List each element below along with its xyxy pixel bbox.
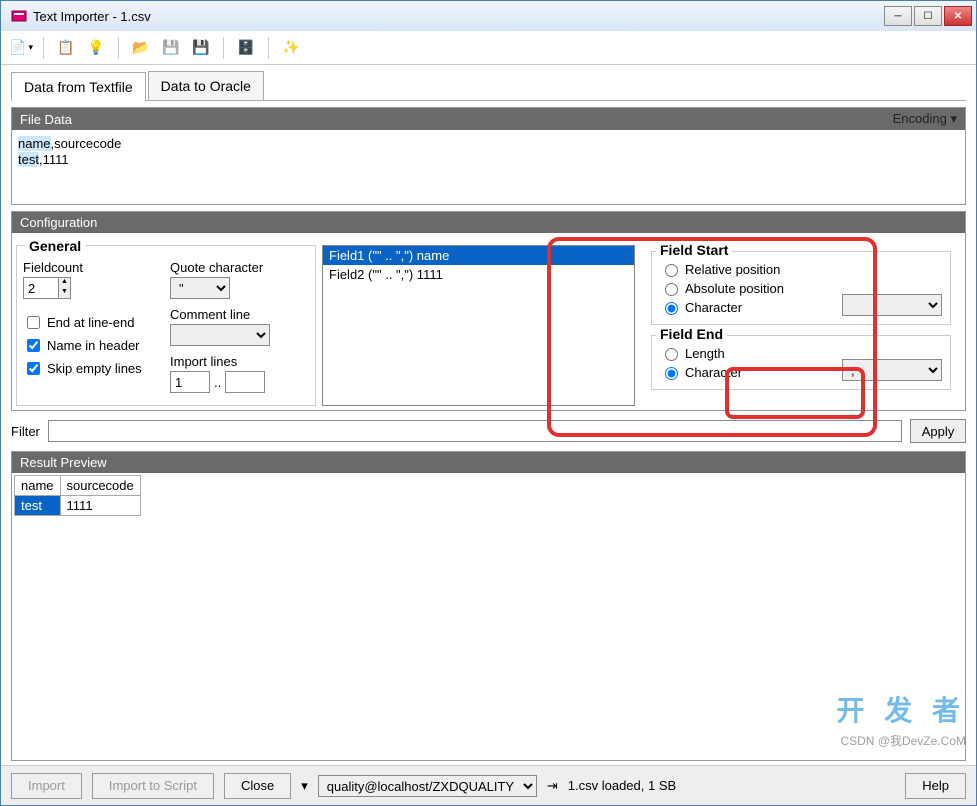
file-data-header: File Data Encoding ▾ — [12, 108, 965, 130]
window-title: Text Importer - 1.csv — [33, 9, 884, 24]
light-icon[interactable]: 💡 — [84, 36, 108, 60]
quote-select[interactable]: " — [170, 277, 230, 299]
fd-cell: ,1111 — [39, 152, 69, 167]
fs-character-select[interactable] — [842, 294, 942, 316]
table-row[interactable]: test 1111 — [15, 496, 141, 516]
tab-data-from-textfile[interactable]: Data from Textfile — [11, 72, 146, 101]
general-left: Fieldcount ▲▼ End at line-end Name in he… — [23, 260, 162, 399]
field-end-group: Field End Length Character , — [651, 335, 951, 390]
import-to-input[interactable] — [225, 371, 265, 393]
file-data-body[interactable]: name,sourcecode test,1111 — [12, 130, 965, 204]
fd-cell: name — [18, 136, 51, 151]
status-text: 1.csv loaded, 1 SB — [568, 778, 676, 793]
field-list-item[interactable]: Field2 ("" .. ",") 1111 — [323, 265, 634, 284]
file-data-panel: File Data Encoding ▾ name,sourcecode tes… — [11, 107, 966, 205]
save-as-icon[interactable]: 💾 — [189, 36, 213, 60]
comment-label: Comment line — [170, 307, 309, 322]
fe-character-radio[interactable]: Character — [660, 364, 842, 380]
general-group: General Fieldcount ▲▼ End at line-end Na… — [16, 245, 316, 406]
fieldcount-input[interactable] — [23, 277, 59, 299]
result-table: name sourcecode test 1111 — [14, 475, 141, 516]
window-buttons: ─ ☐ ✕ — [884, 6, 972, 26]
toolbar: 📄 📋 💡 📂 💾 💾 🗄️ ✨ — [1, 31, 976, 65]
separator — [268, 37, 269, 59]
config-body: General Fieldcount ▲▼ End at line-end Na… — [12, 233, 965, 410]
separator — [223, 37, 224, 59]
table-header-row: name sourcecode — [15, 476, 141, 496]
open-folder-icon[interactable]: 📂 — [129, 36, 153, 60]
import-button[interactable]: Import — [11, 773, 82, 799]
fe-character-select[interactable]: , — [842, 359, 942, 381]
fs-relative-radio[interactable]: Relative position — [660, 261, 842, 277]
col-header[interactable]: name — [15, 476, 61, 496]
result-title: Result Preview — [20, 455, 107, 470]
field-properties: Field Start Relative position Absolute p… — [641, 245, 961, 406]
result-panel: Result Preview name sourcecode test 1111 — [11, 451, 966, 761]
apply-button[interactable]: Apply — [910, 419, 966, 443]
quote-label: Quote character — [170, 260, 309, 275]
wizard-icon[interactable]: ✨ — [279, 36, 303, 60]
file-data-title: File Data — [20, 112, 72, 127]
import-script-button[interactable]: Import to Script — [92, 773, 214, 799]
general-right: Quote character " Comment line Import li… — [170, 260, 309, 399]
filter-row: Filter Apply — [11, 417, 966, 445]
filter-label: Filter — [11, 424, 40, 439]
col-header[interactable]: sourcecode — [60, 476, 140, 496]
main-tabs: Data from Textfile Data to Oracle — [11, 71, 966, 101]
import-from-input[interactable] — [170, 371, 210, 393]
field-list-item[interactable]: Field1 ("" .. ",") name — [323, 246, 634, 265]
separator — [43, 37, 44, 59]
connection-select[interactable]: quality@localhost/ZXDQUALITY — [318, 775, 537, 797]
fieldcount-spinner[interactable]: ▲▼ — [23, 277, 162, 299]
maximize-button[interactable]: ☐ — [914, 6, 942, 26]
encoding-label[interactable]: Encoding ▾ — [893, 111, 957, 127]
general-title: General — [25, 238, 85, 254]
table-cell[interactable]: test — [15, 496, 61, 516]
fs-absolute-radio[interactable]: Absolute position — [660, 280, 842, 296]
name-in-header-check[interactable]: Name in header — [23, 336, 162, 355]
table-cell[interactable]: 1111 — [60, 496, 140, 516]
import-lines-label: Import lines — [170, 354, 309, 369]
pin-icon[interactable]: ⇥ — [547, 778, 558, 794]
end-at-line-end-check[interactable]: End at line-end — [23, 313, 162, 332]
field-start-title: Field Start — [656, 242, 732, 258]
configuration-panel: Configuration General Fieldcount ▲▼ End … — [11, 211, 966, 411]
footer: Import Import to Script Close ▾ quality@… — [1, 765, 976, 805]
close-button-footer[interactable]: Close — [224, 773, 291, 799]
save-icon[interactable]: 💾 — [159, 36, 183, 60]
titlebar: Text Importer - 1.csv ─ ☐ ✕ — [1, 1, 976, 31]
field-list[interactable]: Field1 ("" .. ",") name Field2 ("" .. ",… — [322, 245, 635, 406]
skip-empty-check[interactable]: Skip empty lines — [23, 359, 162, 378]
separator — [118, 37, 119, 59]
spin-down-icon: ▼ — [59, 288, 70, 298]
app-window: Text Importer - 1.csv ─ ☐ ✕ 📄 📋 💡 📂 💾 💾 … — [0, 0, 977, 806]
config-header: Configuration — [12, 212, 965, 233]
config-title: Configuration — [20, 215, 97, 230]
fd-cell: test — [18, 152, 39, 167]
close-button[interactable]: ✕ — [944, 6, 972, 26]
help-button[interactable]: Help — [905, 773, 966, 799]
spin-up-icon: ▲ — [59, 278, 70, 288]
minimize-button[interactable]: ─ — [884, 6, 912, 26]
field-start-group: Field Start Relative position Absolute p… — [651, 251, 951, 325]
fd-cell: ,sourcecode — [51, 136, 122, 151]
import-dots: .. — [214, 375, 221, 390]
field-end-title: Field End — [656, 326, 727, 342]
fs-character-radio[interactable]: Character — [660, 299, 842, 315]
result-body[interactable]: name sourcecode test 1111 — [12, 473, 965, 673]
document-icon[interactable]: 📄 — [9, 36, 33, 60]
comment-select[interactable] — [170, 324, 270, 346]
spinner-buttons[interactable]: ▲▼ — [59, 277, 71, 299]
filter-input[interactable] — [48, 420, 902, 442]
copy-icon[interactable]: 📋 — [54, 36, 78, 60]
content-area: Data from Textfile Data to Oracle File D… — [1, 65, 976, 765]
result-header: Result Preview — [12, 452, 965, 473]
dropdown-icon[interactable]: ▾ — [301, 778, 308, 794]
fieldcount-label: Fieldcount — [23, 260, 162, 275]
fe-length-radio[interactable]: Length — [660, 345, 842, 361]
tab-data-to-oracle[interactable]: Data to Oracle — [148, 71, 264, 100]
database-icon[interactable]: 🗄️ — [234, 36, 258, 60]
app-icon — [11, 8, 27, 24]
